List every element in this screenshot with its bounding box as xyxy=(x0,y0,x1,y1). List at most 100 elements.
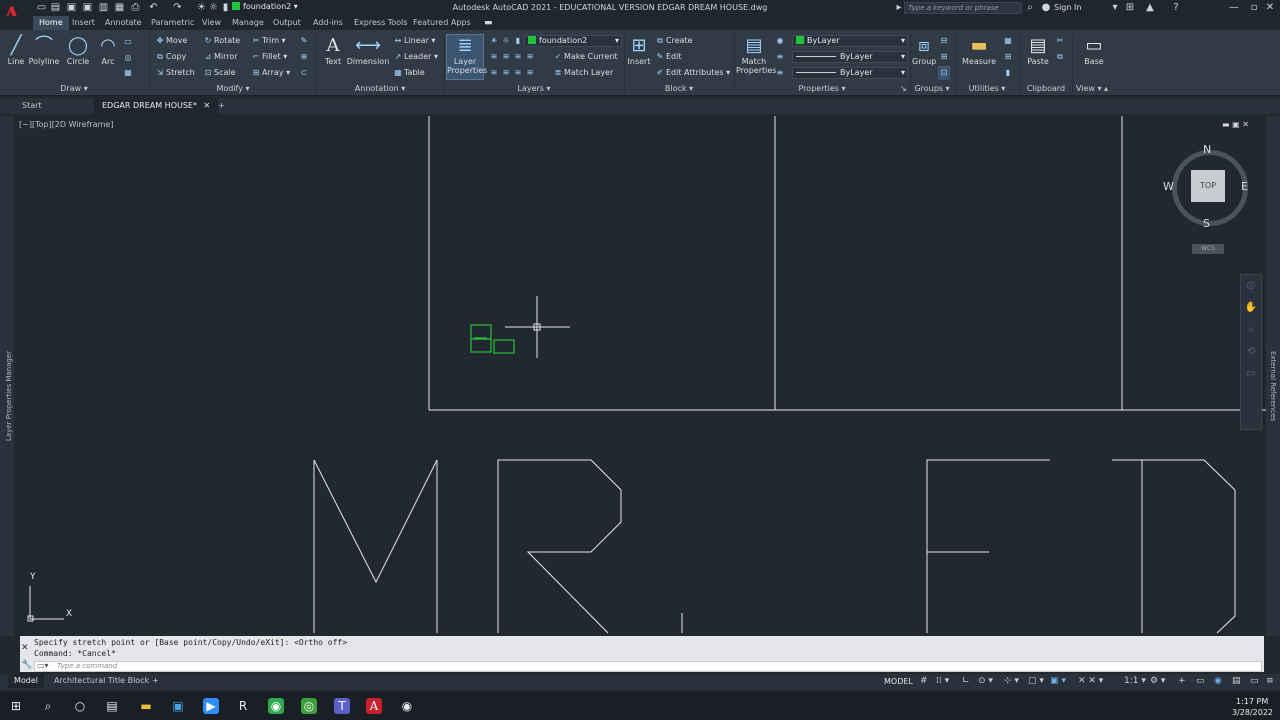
group-selection-icon[interactable]: ⊡ xyxy=(938,66,950,80)
layers-panel-title[interactable]: Layers ▾ xyxy=(446,83,622,95)
user-icon[interactable]: ● xyxy=(1040,2,1052,14)
minimize-icon[interactable]: — xyxy=(1228,2,1240,14)
linear-dimension-dropdown[interactable]: ↔ Linear ▾ xyxy=(392,34,436,48)
layer-dropdown[interactable]: foundation2 ▾ xyxy=(524,35,622,47)
rectangle-icon[interactable]: ▭ xyxy=(122,35,134,49)
copy-clip-icon[interactable]: ⧉ xyxy=(1054,50,1066,64)
annotation-panel-title[interactable]: Annotation ▾ xyxy=(318,83,442,95)
annotation-scale-icon[interactable]: ✕ ✕ ▾ xyxy=(1078,676,1103,686)
linetype-dropdown[interactable]: ByLayer ▾ xyxy=(792,51,908,63)
new-layout-button[interactable]: + xyxy=(146,674,165,688)
color-dropdown[interactable]: ByLayer ▾ xyxy=(792,35,908,47)
id-point-icon[interactable]: ▮ xyxy=(1002,66,1014,80)
group-edit-icon[interactable]: ⊞ xyxy=(938,50,950,64)
clock-date[interactable]: 3/28/2022 xyxy=(1232,708,1273,717)
isodraft-icon[interactable]: ⊹ ▾ xyxy=(1004,676,1019,686)
view-panel-title[interactable]: View ▾ ▴ xyxy=(1070,83,1114,95)
tab-home[interactable]: Home xyxy=(33,16,69,30)
new-tab-button[interactable]: + xyxy=(210,98,233,114)
search-arrow-icon[interactable]: ▸ xyxy=(894,2,904,14)
polyline-button[interactable]: ⌒ Polyline xyxy=(28,35,60,66)
selection-cycling-icon[interactable]: ▣ ▾ xyxy=(1050,676,1066,686)
block-panel-title[interactable]: Block ▾ xyxy=(626,83,732,95)
calculator-icon[interactable]: ▦ xyxy=(1002,34,1014,48)
customization-icon[interactable]: ≡ xyxy=(1266,676,1274,686)
groups-panel-title[interactable]: Groups ▾ xyxy=(912,83,952,95)
undo-icon[interactable]: ↶ xyxy=(148,2,159,13)
annotation-scale-value[interactable]: 1:1 ▾ xyxy=(1124,676,1146,686)
orbit-icon[interactable]: ⟲ xyxy=(1241,341,1261,363)
paste-button[interactable]: ▤ Paste xyxy=(1024,35,1052,66)
viewcube-south[interactable]: S xyxy=(1203,217,1210,230)
layout-tab-architectural-title-block[interactable]: Architectural Title Block xyxy=(48,674,155,688)
model-space-toggle[interactable]: MODEL xyxy=(884,677,913,686)
base-view-button[interactable]: ▭ Base xyxy=(1078,35,1110,66)
tab-annotate[interactable]: Annotate xyxy=(99,16,148,30)
redo-icon[interactable]: ↷ xyxy=(172,2,183,13)
tab-add-ins[interactable]: Add-ins xyxy=(307,16,349,30)
lineweight-dropdown[interactable]: ByLayer ▾ xyxy=(792,67,908,79)
layout-tab-model[interactable]: Model xyxy=(8,674,45,688)
viewport-restore-icon[interactable]: ▣ xyxy=(1232,120,1240,129)
file-tab-drawing[interactable]: EDGAR DREAM HOUSE* ✕ xyxy=(94,98,219,114)
dimension-button[interactable]: ⟷ Dimension xyxy=(346,35,390,66)
viewport-close-icon[interactable]: ✕ xyxy=(1242,120,1249,129)
ungroup-icon[interactable]: ⊟ xyxy=(938,34,950,48)
tab-express-tools[interactable]: Express Tools xyxy=(348,16,414,30)
store-icon[interactable]: ▣ xyxy=(170,698,186,714)
polar-icon[interactable]: ⊙ ▾ xyxy=(978,676,993,686)
viewcube-west[interactable]: W xyxy=(1163,180,1174,193)
line-button[interactable]: ╱ Line xyxy=(4,35,28,66)
panel-launcher-icon[interactable]: ↘ xyxy=(900,84,907,93)
steering-wheel-icon[interactable]: ◎ xyxy=(1241,275,1261,297)
sign-in-link[interactable]: Sign In xyxy=(1054,3,1081,12)
clean-screen-icon[interactable]: ▭ xyxy=(1250,676,1259,686)
tab-output[interactable]: Output xyxy=(267,16,307,30)
array-button[interactable]: ⊞ Array ▾ xyxy=(250,66,290,80)
autodesk-a360-icon[interactable]: ▲ xyxy=(1144,2,1156,14)
cortana-icon[interactable]: ○ xyxy=(72,698,88,714)
keyword-search-input[interactable]: Type a keyword or phrase xyxy=(904,2,1022,14)
hardware-acceleration-icon[interactable]: ▤ xyxy=(1232,676,1241,686)
viewcube-top-face[interactable]: TOP xyxy=(1191,170,1225,202)
scale-button[interactable]: ⊡ Scale xyxy=(202,66,236,80)
snap-icon[interactable]: ⁞⁞ ▾ xyxy=(936,676,949,686)
search-icon[interactable]: ⌕ xyxy=(1024,2,1036,14)
color-wheel-icon[interactable]: ◉ xyxy=(774,34,786,48)
edit-block-button[interactable]: ✎ Edit xyxy=(654,50,682,64)
search-icon[interactable]: ⌕ xyxy=(40,698,56,714)
windows-start-icon[interactable]: ⊞ xyxy=(8,698,24,714)
ribbon-minimize-icon[interactable]: ▬ xyxy=(484,18,493,28)
layer-properties-button[interactable]: ≣ Layer Properties xyxy=(446,34,487,80)
command-line-close-icon[interactable]: ✕ xyxy=(21,643,29,653)
teams-icon[interactable]: T xyxy=(334,698,350,714)
properties-panel-title[interactable]: Properties ▾ xyxy=(736,83,908,95)
pan-icon[interactable]: ✋ xyxy=(1241,297,1261,319)
viewcube-north[interactable]: N xyxy=(1203,143,1211,156)
cart-icon[interactable]: ⊞ xyxy=(1124,2,1136,14)
layer-tools-icons[interactable]: ≋ ≋ ≋ ≋ xyxy=(488,50,536,64)
app-green-icon[interactable]: ◎ xyxy=(301,698,317,714)
maximize-icon[interactable]: ▫ xyxy=(1248,2,1260,14)
recent-commands-icon[interactable]: ▭▾ xyxy=(37,661,49,670)
lightbulb-icon[interactable]: ☀ xyxy=(196,2,207,13)
viewport-window-controls[interactable]: ▬ ▣ ✕ xyxy=(1222,120,1249,129)
web-mobile-icon[interactable]: ▥ xyxy=(98,2,109,13)
utilities-panel-title[interactable]: Utilities ▾ xyxy=(958,83,1016,95)
save-to-web-icon[interactable]: ▦ xyxy=(114,2,125,13)
help-icon[interactable]: ? xyxy=(1170,2,1182,14)
grid-icon[interactable]: # xyxy=(920,676,928,686)
open-folder-icon[interactable]: ▤ xyxy=(50,2,61,13)
task-view-icon[interactable]: ▤ xyxy=(104,698,120,714)
wcs-menu[interactable]: WCS xyxy=(1192,244,1224,254)
measure-button[interactable]: ▬ Measure xyxy=(960,35,998,66)
isolate-objects-icon[interactable]: ◉ xyxy=(1214,676,1222,686)
viewport-controls-label[interactable]: [−][Top][2D Wireframe] xyxy=(19,120,113,129)
match-layer-button[interactable]: ≣ Match Layer xyxy=(552,66,614,80)
obs-icon[interactable]: ◉ xyxy=(399,698,415,714)
linetype-icon[interactable]: ≡ xyxy=(774,50,786,64)
trim-button[interactable]: ✂ Trim ▾ xyxy=(250,34,286,48)
quick-access-layer-dropdown[interactable]: foundation2 ▾ xyxy=(232,2,316,14)
rotate-button[interactable]: ↻ Rotate xyxy=(202,34,241,48)
new-file-icon[interactable]: ▭ xyxy=(36,2,47,13)
